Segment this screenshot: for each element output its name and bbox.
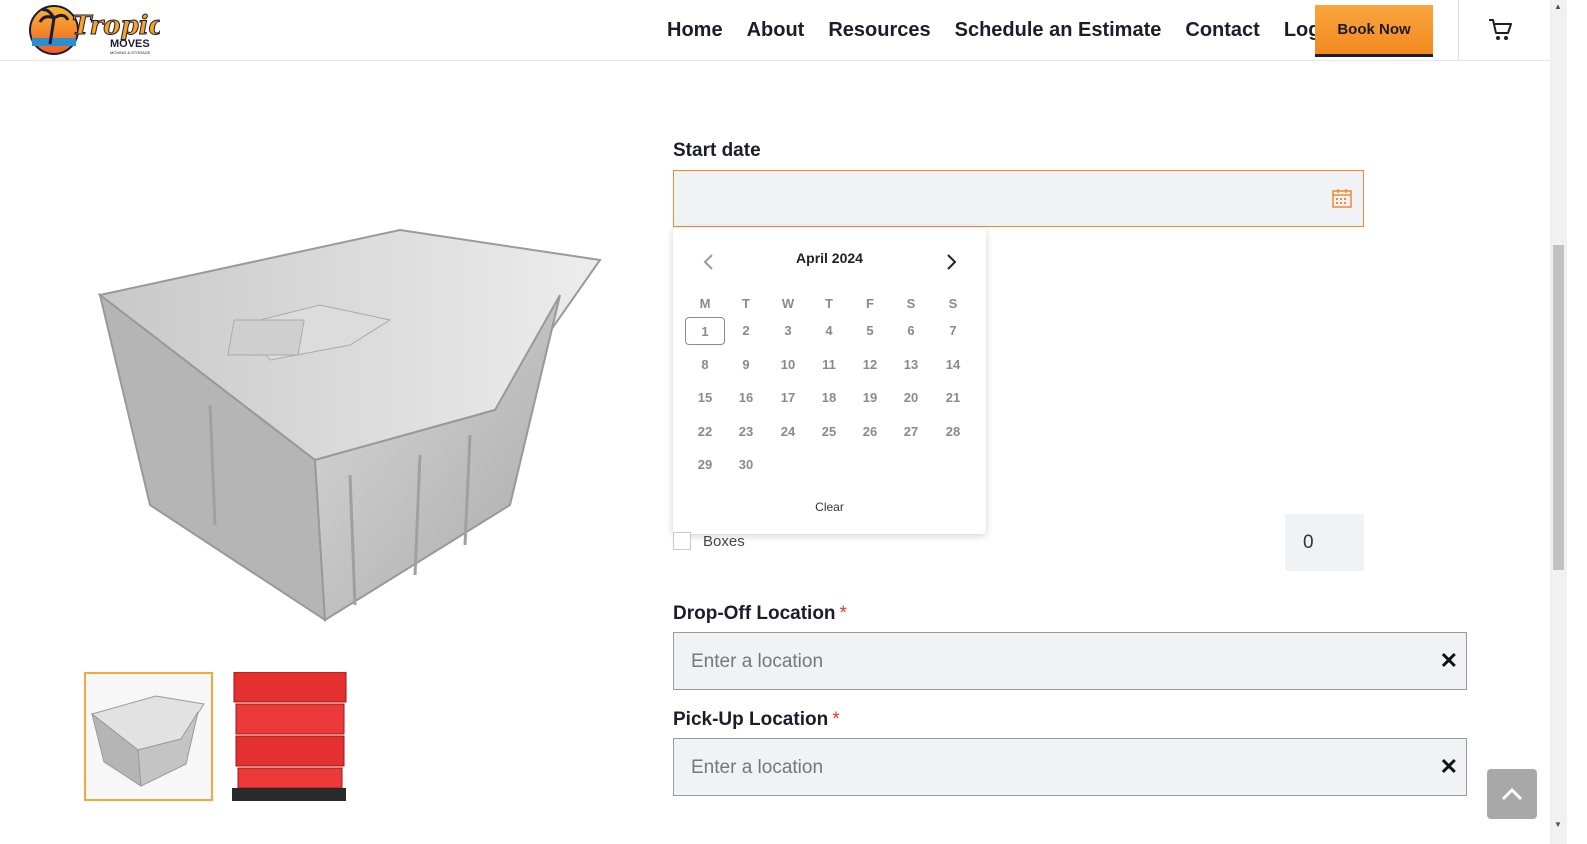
calendar-day[interactable]: 1 (685, 317, 725, 345)
book-now-button[interactable]: Book Now (1315, 5, 1433, 57)
tropical-moves-logo[interactable]: Tropical MOVES MOVING & STORAGE (28, 4, 160, 56)
weekday-header: W (781, 296, 795, 311)
calendar-day[interactable]: 20 (891, 384, 931, 412)
required-asterisk: * (832, 709, 840, 730)
weekday-header: S (906, 296, 916, 311)
calendar-day[interactable]: 29 (685, 451, 725, 479)
calendar-day[interactable]: 11 (809, 351, 849, 379)
svg-text:MOVING & STORAGE: MOVING & STORAGE (110, 50, 151, 55)
close-icon[interactable]: ✕ (1440, 650, 1458, 672)
dropoff-label-text: Drop-Off Location (673, 603, 836, 624)
required-asterisk: * (839, 603, 847, 624)
date-picker-popup: April 2024 Clear M T W T F S S 1 2 3 4 5 6 7 8 9 10 11 12 1… (673, 228, 986, 534)
calendar-clear-button[interactable]: Clear (673, 500, 986, 514)
pickup-placeholder: Enter a location (691, 757, 824, 778)
calendar-day[interactable]: 7 (933, 317, 973, 345)
pickup-label-text: Pick-Up Location (673, 709, 829, 730)
weekday-header: T (742, 296, 750, 311)
product-main-image (97, 228, 602, 622)
calendar-day[interactable]: 13 (891, 351, 931, 379)
nav-contact[interactable]: Contact (1185, 19, 1259, 42)
calendar-day[interactable]: 25 (809, 418, 849, 446)
close-icon[interactable]: ✕ (1440, 756, 1458, 778)
calendar-day[interactable]: 19 (850, 384, 890, 412)
calendar-day[interactable]: 5 (850, 317, 890, 345)
dropoff-placeholder: Enter a location (691, 651, 824, 672)
calendar-day[interactable]: 28 (933, 418, 973, 446)
boxes-label: Boxes (703, 533, 745, 550)
boxes-checkbox[interactable] (673, 532, 691, 550)
svg-text:MOVES: MOVES (110, 38, 150, 50)
svg-text:Tropical: Tropical (72, 11, 160, 41)
start-date-input[interactable] (673, 170, 1364, 227)
calendar-day[interactable]: 8 (685, 351, 725, 379)
calendar-icon[interactable] (1331, 187, 1353, 209)
product-thumbnail-grey-tote[interactable] (84, 672, 213, 801)
weekday-header: T (825, 296, 833, 311)
calendar-day[interactable]: 12 (850, 351, 890, 379)
dropoff-location-input[interactable]: Enter a location ✕ (673, 632, 1467, 690)
weekday-header: M (699, 296, 711, 311)
calendar-day[interactable]: 26 (850, 418, 890, 446)
weekday-header: S (948, 296, 958, 311)
calendar-day[interactable]: 22 (685, 418, 725, 446)
cart-icon[interactable] (1487, 16, 1513, 42)
nav-about[interactable]: About (747, 19, 805, 42)
nav-resources[interactable]: Resources (828, 19, 930, 42)
calendar-day[interactable]: 21 (933, 384, 973, 412)
calendar-day[interactable]: 4 (809, 317, 849, 345)
weekday-header: F (866, 296, 874, 311)
scroll-up-icon[interactable]: ▲ (1554, 2, 1562, 11)
calendar-day[interactable]: 23 (726, 418, 766, 446)
calendar-day[interactable]: 15 (685, 384, 725, 412)
calendar-day[interactable]: 2 (726, 317, 766, 345)
nav-schedule-estimate[interactable]: Schedule an Estimate (955, 19, 1162, 42)
calendar-day[interactable]: 6 (891, 317, 931, 345)
dropoff-location-label: Drop-Off Location * (673, 603, 847, 625)
calendar-month-label: April 2024 (796, 250, 863, 266)
calendar-day[interactable]: 30 (726, 451, 766, 479)
calendar-day[interactable]: 9 (726, 351, 766, 379)
scroll-down-icon[interactable]: ▼ (1554, 820, 1562, 829)
calendar-day[interactable]: 14 (933, 351, 973, 379)
chevron-up-icon (1501, 787, 1523, 801)
pickup-location-label: Pick-Up Location * (673, 709, 840, 731)
calendar-day[interactable]: 17 (768, 384, 808, 412)
calendar-day[interactable]: 18 (809, 384, 849, 412)
pickup-location-input[interactable]: Enter a location ✕ (673, 738, 1467, 796)
scrollbar-thumb[interactable] (1553, 245, 1564, 570)
start-date-label: Start date (673, 140, 761, 161)
site-header: Tropical MOVES MOVING & STORAGE Home Abo… (0, 0, 1550, 61)
calendar-day[interactable]: 27 (891, 418, 931, 446)
main-nav: Home About Resources Schedule an Estimat… (667, 0, 1362, 60)
back-to-top-button[interactable] (1487, 769, 1537, 819)
calendar-day[interactable]: 24 (768, 418, 808, 446)
calendar-day[interactable]: 16 (726, 384, 766, 412)
boxes-quantity-input[interactable] (1285, 514, 1364, 571)
page-scrollbar[interactable]: ▲ ▼ (1550, 0, 1567, 844)
next-month-icon[interactable] (941, 252, 961, 272)
product-thumbnail-red-totes[interactable] (222, 672, 351, 801)
calendar-day[interactable]: 10 (768, 351, 808, 379)
header-divider (1458, 0, 1459, 60)
nav-home[interactable]: Home (667, 19, 723, 42)
calendar-day[interactable]: 3 (768, 317, 808, 345)
